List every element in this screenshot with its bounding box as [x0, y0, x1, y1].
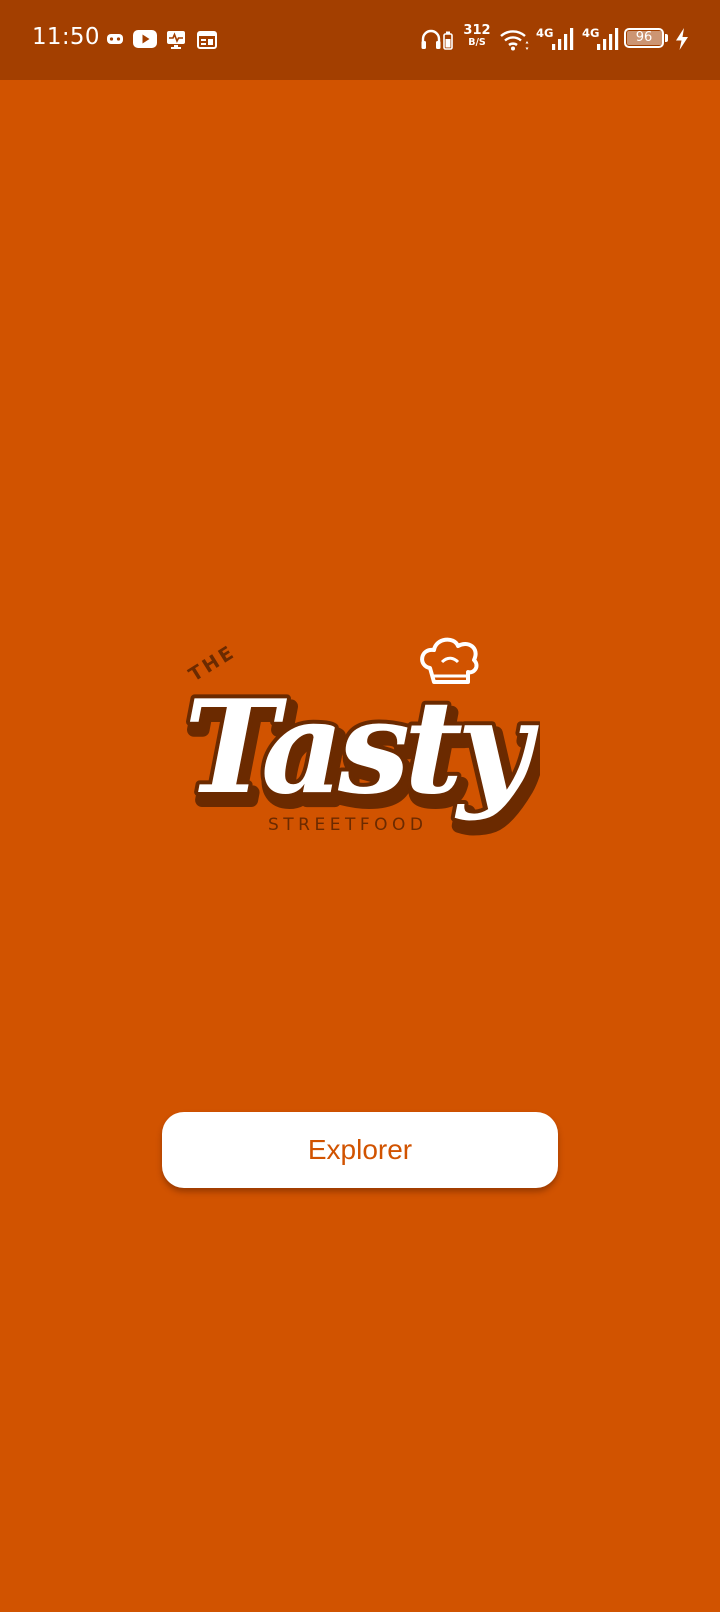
network-speed-value: 312	[463, 23, 491, 38]
logo-tasty-text: Tasty	[184, 673, 539, 823]
network-type-label-1: 4G	[536, 26, 554, 40]
battery-percent: 96	[635, 30, 653, 45]
wifi-icon	[500, 30, 529, 51]
youtube-icon	[133, 30, 157, 48]
tasty-streetfood-logo: THE Tasty Tasty Tasty STREETFOOD	[180, 637, 540, 838]
headphones-icon	[421, 29, 441, 49]
explore-button[interactable]: Explorer	[162, 1112, 558, 1188]
status-time: 11:50	[32, 24, 100, 50]
calendar-icon	[197, 31, 217, 49]
explore-button-label: Explorer	[307, 1134, 413, 1165]
network-speed: 312 B/S	[462, 24, 492, 48]
activity-monitor-icon	[167, 31, 185, 49]
signal-strength-icon-2	[597, 28, 619, 50]
charging-bolt-icon	[676, 28, 688, 50]
status-bar: 11:50 312 B/S 4G 4G 96	[0, 0, 720, 80]
signal-strength-icon-1	[552, 28, 574, 50]
logo-streetfood-text: STREETFOOD	[268, 815, 427, 835]
game-controller-icon	[107, 34, 123, 44]
battery-icon: 96	[624, 28, 668, 48]
network-speed-unit: B/S	[468, 37, 486, 48]
splash-screen: 11:50 312 B/S 4G 4G 96 THE Tasty Tasty T…	[0, 0, 720, 1612]
headphone-battery-icon	[443, 31, 453, 50]
